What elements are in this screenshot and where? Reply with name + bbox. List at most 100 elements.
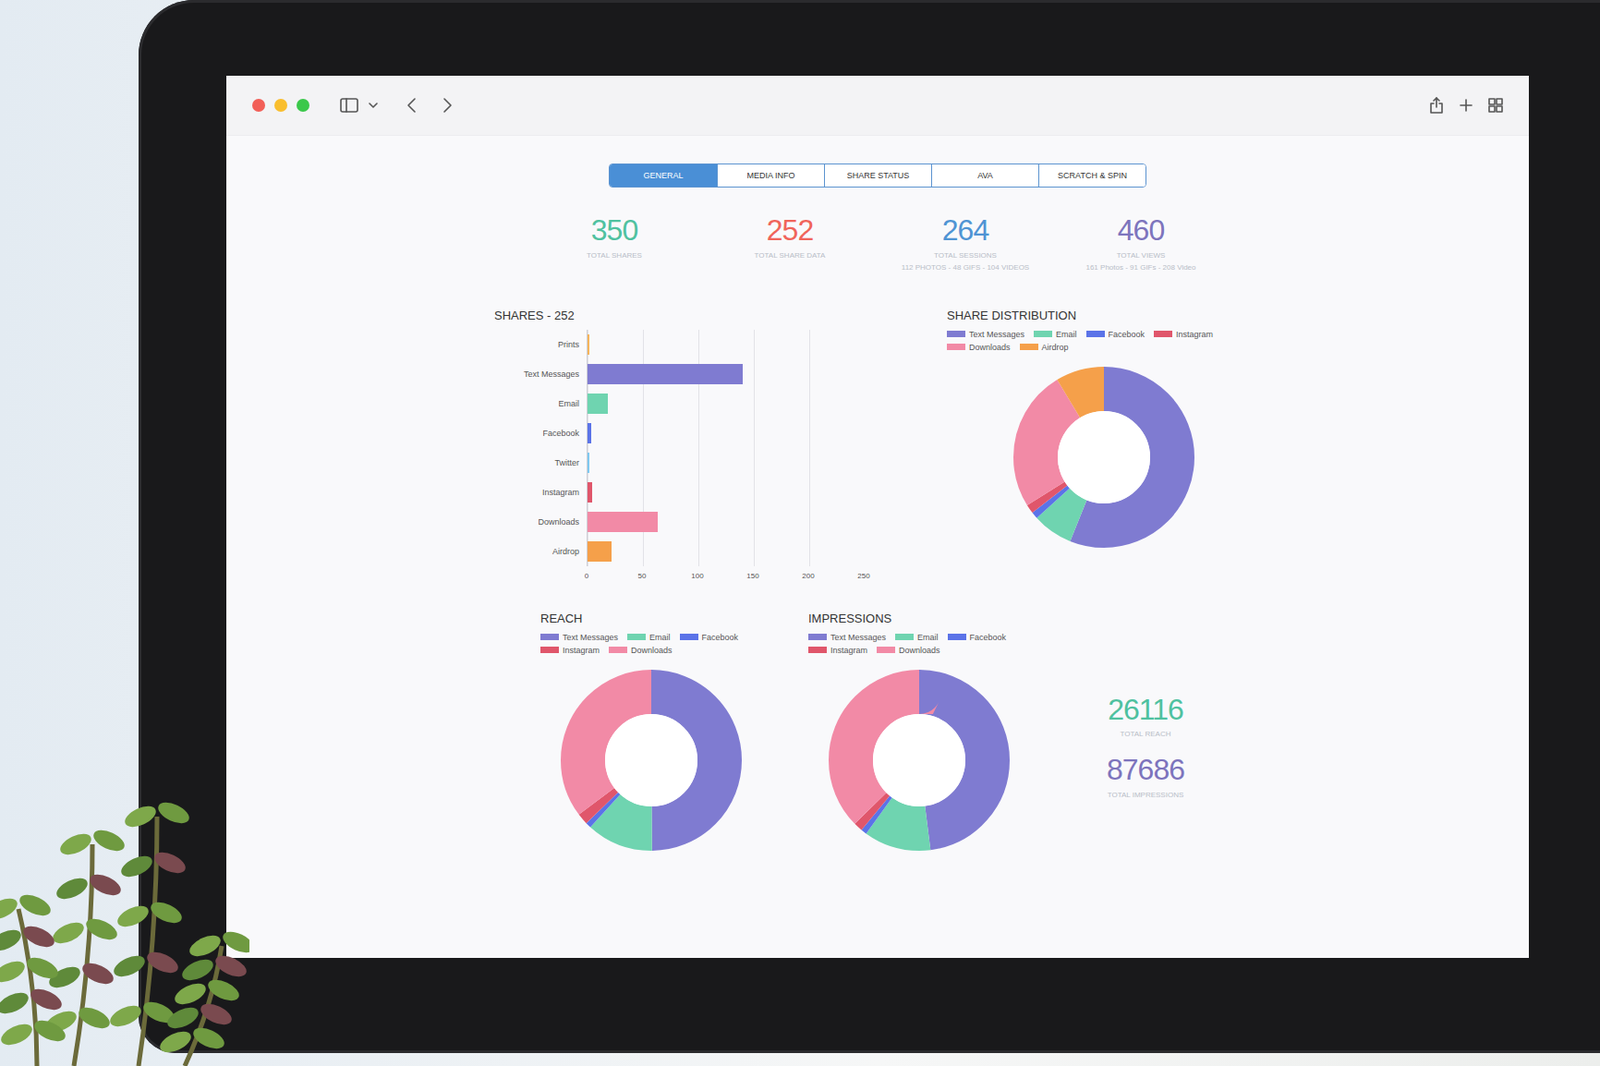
screen: GENERALMEDIA INFOSHARE STATUSAVASCRATCH … [226,75,1529,958]
donut-segment[interactable] [1035,388,1173,526]
chart-title: SHARES - 252 [494,308,892,323]
bar-row: Twitter [494,448,892,478]
legend-item[interactable]: Facebook [679,632,740,643]
donut-segment[interactable] [1035,388,1173,526]
bar[interactable] [587,511,658,533]
legend-item[interactable]: Airdrop [1019,342,1069,352]
bar-track [586,448,865,478]
legend-label: Text Messages [969,329,1025,340]
back-icon[interactable] [405,96,419,114]
chart-title: IMPRESSIONS [808,611,1049,626]
legend-item[interactable]: Facebook [1086,329,1146,340]
bar-track [586,329,865,360]
bar-label: Facebook [494,428,587,438]
bar[interactable] [587,393,608,414]
legend-item[interactable]: Downloads [876,645,941,655]
bar-track [586,507,865,537]
legend-swatch [895,633,914,641]
donut-segment[interactable] [582,691,720,829]
legend-item[interactable]: Text Messages [946,329,1025,340]
bar[interactable] [587,423,592,444]
legend-swatch [627,633,646,641]
legend-label: Text Messages [562,632,619,643]
bar-row: Prints [494,329,892,360]
legend-item[interactable]: Text Messages [808,632,886,643]
legend-swatch [808,633,827,641]
bar-track [586,359,865,389]
donut-segment[interactable] [582,691,720,829]
close-button[interactable] [252,98,266,112]
donut-segment[interactable] [582,691,720,829]
reach-chart: REACH Text Messages Email Facebook Instagram… [540,611,781,853]
tab[interactable]: SHARE STATUS [824,164,932,187]
total-label: TOTAL REACH [1076,729,1215,739]
legend-item[interactable]: Facebook [947,632,1007,643]
bar[interactable] [587,452,590,473]
toolbar [226,75,1529,136]
stat-value: 460 [1071,213,1211,248]
legend-item[interactable]: Downloads [608,645,673,655]
forward-icon[interactable] [440,96,454,114]
donut-segment[interactable] [850,691,988,829]
bar[interactable] [587,482,593,503]
donut-segment[interactable] [1035,388,1173,526]
legend-item[interactable]: Instagram [808,645,868,655]
legend-swatch [608,646,628,654]
stat-value: 264 [896,213,1035,248]
donut-segment[interactable] [850,691,988,829]
bar-label: Airdrop [494,546,587,557]
legend-item[interactable]: Instagram [540,645,600,655]
tab[interactable]: AVA [931,164,1039,187]
total-label: TOTAL IMPRESSIONS [1076,790,1215,800]
donut-segment[interactable] [850,691,988,829]
chart-title: REACH [540,611,781,626]
bar[interactable] [587,334,590,355]
legend-swatch [540,633,559,641]
chevron-down-icon[interactable] [368,101,378,110]
stat-label: TOTAL SESSIONS [896,251,1035,260]
bar-track [586,536,865,567]
donut-segment[interactable] [582,691,720,829]
plus-icon[interactable] [1458,97,1474,113]
bar-label: Text Messages [494,369,587,379]
total-value: 26116 [1076,692,1215,728]
bar-label: Downloads [494,517,587,527]
bar-track [586,477,865,508]
legend-item[interactable]: Instagram [1153,329,1213,340]
tab[interactable]: SCRATCH & SPIN [1038,164,1146,187]
donut-segment[interactable] [1035,388,1173,526]
share-icon[interactable] [1429,96,1444,115]
legend-item[interactable]: Email [1033,329,1078,340]
bar[interactable] [587,541,612,562]
legend-item[interactable]: Downloads [946,342,1011,352]
legend-label: Downloads [630,645,673,655]
legend-item[interactable]: Email [627,632,671,643]
zoom-button[interactable] [296,98,310,112]
impressions-chart: IMPRESSIONS Text Messages Email Facebook Ins… [808,611,1049,853]
donut-chart [826,667,1012,853]
legend-item[interactable]: Email [895,632,939,643]
donut-segment[interactable] [850,691,988,829]
donut-segment[interactable] [1035,388,1173,526]
legend-label: Facebook [1108,329,1146,340]
sidebar-icon[interactable] [339,96,360,114]
donut-segment[interactable] [1035,388,1173,526]
stat-value: 252 [720,213,860,248]
grid-icon[interactable] [1488,97,1504,113]
legend-swatch [540,646,559,654]
legend-label: Email [1055,329,1078,340]
legend-label: Instagram [830,645,868,655]
axis-tick: 50 [634,571,650,581]
minimize-button[interactable] [274,98,288,112]
tab[interactable]: GENERAL [609,164,717,187]
tab[interactable]: MEDIA INFO [716,164,825,187]
bar-row: Email [494,388,892,419]
donut-segment[interactable] [582,691,720,829]
axis-ticks: 050100150200250 [579,571,872,581]
bar[interactable] [587,363,743,385]
bar-row: Airdrop [494,536,892,567]
tab-bar: GENERALMEDIA INFOSHARE STATUSAVASCRATCH … [608,163,1147,188]
donut-segment[interactable] [850,691,988,829]
legend-item[interactable]: Text Messages [540,632,619,643]
stat-label: TOTAL VIEWS [1071,251,1211,260]
